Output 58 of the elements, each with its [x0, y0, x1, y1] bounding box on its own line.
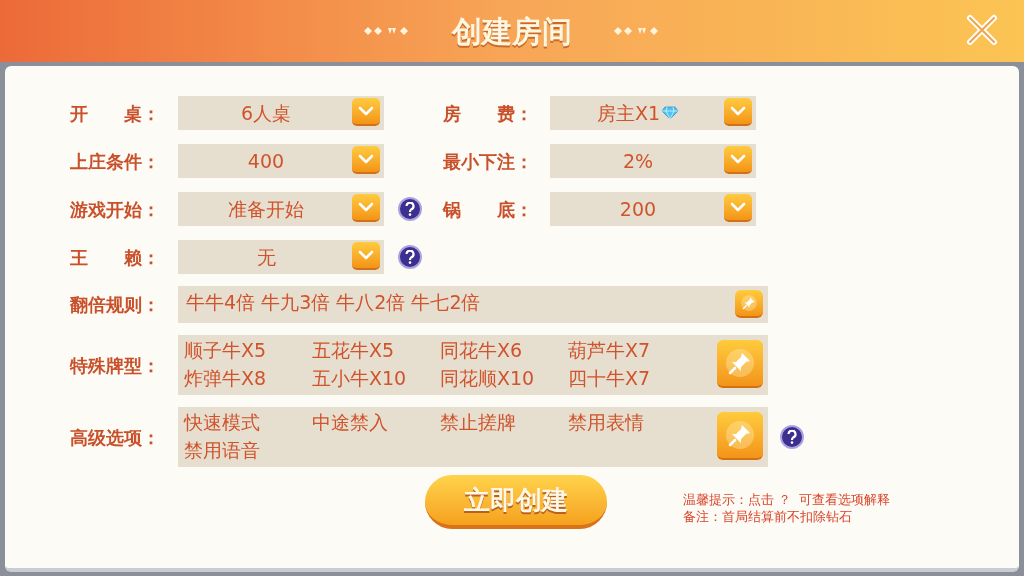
pin-button[interactable] — [735, 290, 763, 318]
chevron-down-icon — [730, 154, 746, 164]
help-button[interactable] — [780, 425, 804, 449]
question-mark-icon — [787, 430, 797, 444]
pin-button[interactable] — [717, 412, 763, 460]
option-text: 顺子牛X5 — [184, 338, 268, 363]
chevron-down-icon — [358, 106, 374, 116]
help-button[interactable] — [398, 245, 422, 269]
chevron-down-icon — [730, 106, 746, 116]
close-icon — [964, 12, 1000, 48]
field-label: 上庄条件： — [70, 149, 161, 174]
window-title: 创建房间 — [452, 12, 572, 51]
dropdown-field[interactable]: 200 — [550, 192, 756, 226]
pushpin-icon — [724, 347, 756, 379]
option-text: 同花顺X10 — [440, 366, 536, 391]
dropdown-field[interactable]: 无 — [178, 240, 384, 274]
question-mark-icon — [405, 202, 415, 216]
pushpin-icon — [740, 294, 758, 312]
note-text: 温馨提示：点击 ？ 可查看选项解释 — [683, 491, 891, 508]
options-box[interactable]: 顺子牛X5 五花牛X5 同花牛X6 葫芦牛X7 炸弹牛X8 五小牛X10 同花顺X10 四十牛X7 — [178, 335, 768, 395]
chevron-down-icon — [358, 202, 374, 212]
dropdown-field[interactable]: 2% — [550, 144, 756, 178]
option-text: 中途禁入 — [312, 410, 389, 435]
option-text: 牛牛4倍 牛九3倍 牛八2倍 牛七2倍 — [186, 290, 481, 315]
field-label: 游戏开始： — [70, 197, 161, 222]
option-text: 禁用表情 — [568, 410, 645, 435]
field-label: 王 赖： — [70, 245, 161, 270]
option-text: 禁用语音 — [184, 438, 261, 463]
note-text: 备注：首局结算前不扣除钻石 — [683, 508, 853, 525]
option-text: 四十牛X7 — [568, 366, 652, 391]
option-text: 快速模式 — [184, 410, 261, 435]
dropdown-field[interactable]: 400 — [178, 144, 384, 178]
field-label: 翻倍规则： — [70, 293, 161, 317]
options-box[interactable]: 牛牛4倍 牛九3倍 牛八2倍 牛七2倍 — [178, 286, 768, 323]
field-label: 房 费： — [443, 101, 534, 126]
field-label: 锅 底： — [443, 197, 534, 222]
question-mark-icon — [405, 250, 415, 264]
option-text: 五花牛X5 — [312, 338, 396, 363]
dropdown-field[interactable]: 6人桌 — [178, 96, 384, 130]
chevron-down-icon — [358, 154, 374, 164]
create-room-button[interactable]: 立即创建 — [425, 475, 607, 529]
option-text: 同花牛X6 — [440, 338, 524, 363]
field-label: 最小下注： — [443, 149, 534, 174]
pushpin-icon — [724, 419, 756, 451]
help-button[interactable] — [398, 197, 422, 221]
field-label: 高级选项： — [70, 425, 161, 450]
options-box[interactable]: 快速模式 中途禁入 禁止搓牌 禁用表情 禁用语音 — [178, 407, 768, 467]
field-label: 特殊牌型： — [70, 353, 161, 378]
dropdown-field[interactable]: 准备开始 — [178, 192, 384, 226]
field-label: 开 桌： — [70, 101, 161, 126]
option-text: 炸弹牛X8 — [184, 366, 268, 391]
pin-button[interactable] — [717, 340, 763, 388]
dropdown-field[interactable]: 房主X1 — [550, 96, 756, 130]
option-text: 五小牛X10 — [312, 366, 408, 391]
chevron-down-icon — [730, 202, 746, 212]
chevron-down-icon — [358, 250, 374, 260]
option-text: 葫芦牛X7 — [568, 338, 652, 363]
option-text: 禁止搓牌 — [440, 410, 517, 435]
